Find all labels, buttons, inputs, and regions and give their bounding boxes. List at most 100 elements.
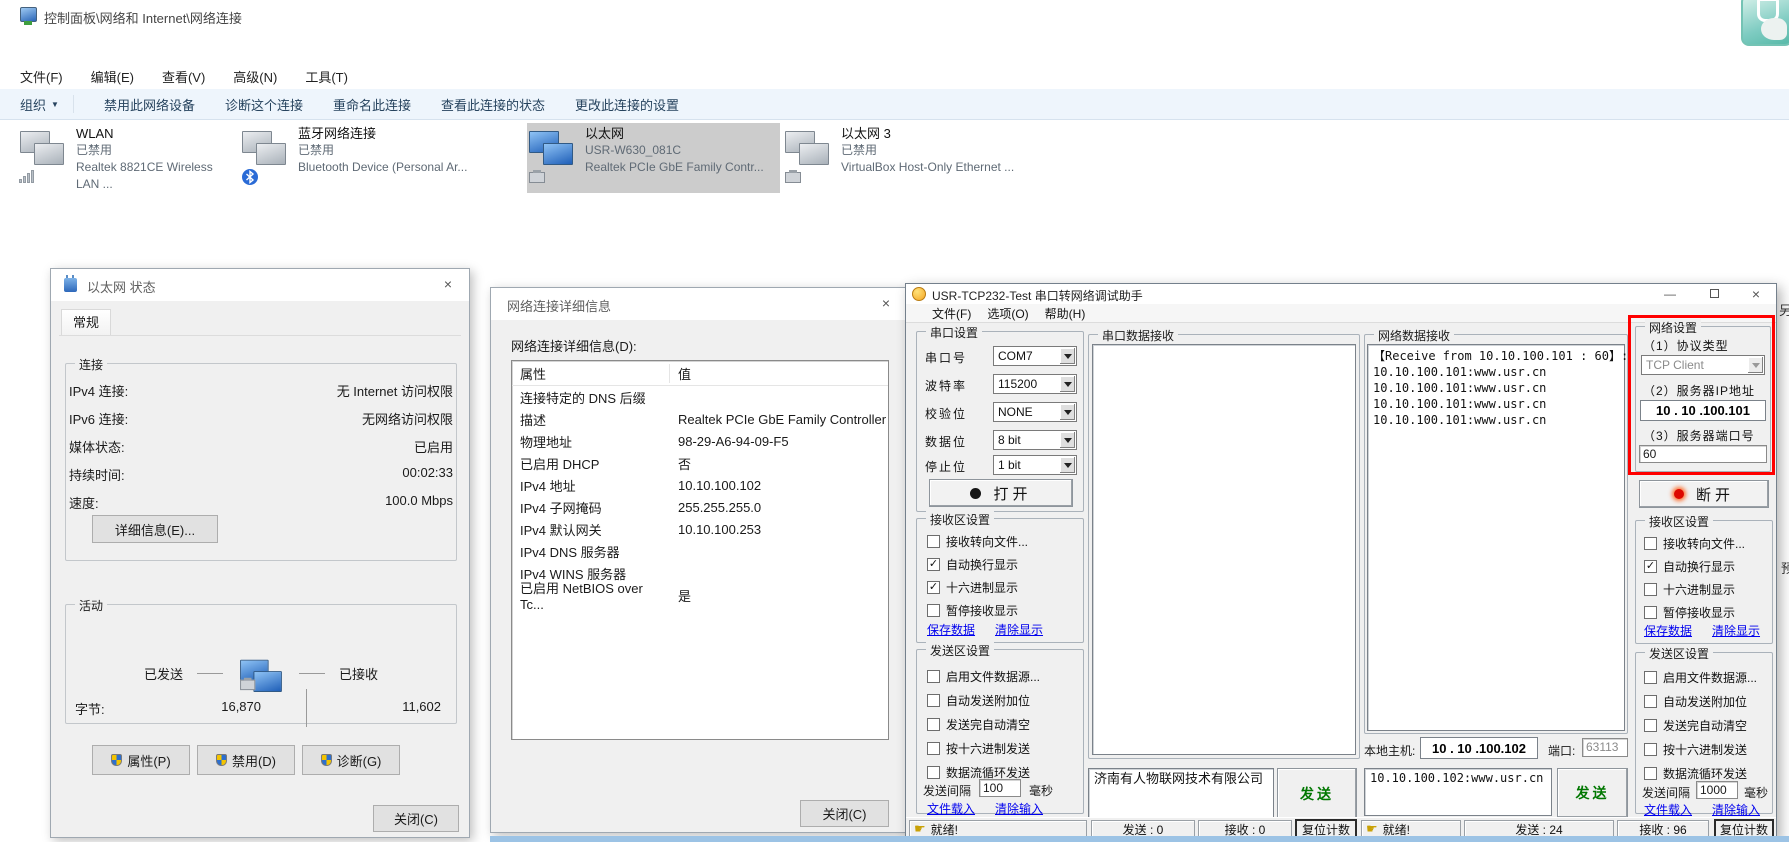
data-bits-select[interactable]: 8 bit — [993, 430, 1077, 450]
menu-edit[interactable]: 编辑(E) — [91, 67, 134, 86]
checkbox-box[interactable] — [927, 718, 940, 731]
checkbox-hex-display[interactable]: 十六进制显示 — [1644, 581, 1735, 598]
chevron-down-icon[interactable] — [1060, 457, 1075, 473]
send-interval-input[interactable]: 100 — [979, 779, 1021, 797]
checkbox-send-as-hex[interactable]: 按十六进制发送 — [927, 740, 1030, 757]
checkbox-file-source[interactable]: 启用文件数据源... — [927, 668, 1040, 685]
checkbox-auto-wrap[interactable]: ✓自动换行显示 — [927, 556, 1018, 573]
server-ip-input[interactable]: 10 . 10 .100.101 — [1640, 400, 1766, 421]
baud-rate-select[interactable]: 115200 — [993, 374, 1077, 394]
table-row[interactable]: 描述Realtek PCIe GbE Family Controller — [512, 408, 888, 430]
checkbox-auto-wrap[interactable]: ✓自动换行显示 — [1644, 558, 1735, 575]
details-list[interactable]: 属性 值 连接特定的 DNS 后缀 描述Realtek PCIe GbE Fam… — [511, 360, 889, 740]
send-interval-input[interactable]: 1000 — [1696, 781, 1738, 799]
organize-button[interactable]: 组织 ▼ — [20, 95, 59, 114]
checkbox-recv-to-file[interactable]: 接收转向文件... — [927, 533, 1028, 550]
close-button[interactable]: 关闭(C) — [800, 800, 889, 827]
checkbox-send-as-hex[interactable]: 按十六进制发送 — [1644, 741, 1747, 758]
table-row[interactable]: IPv4 地址10.10.100.102 — [512, 474, 888, 496]
checkbox-box[interactable] — [1644, 606, 1657, 619]
chevron-down-icon[interactable] — [1060, 432, 1075, 448]
table-row[interactable]: IPv4 子网掩码255.255.255.0 — [512, 496, 888, 518]
checkbox-box[interactable]: ✓ — [1644, 560, 1657, 573]
checkbox-box[interactable] — [1644, 743, 1657, 756]
stop-bits-select[interactable]: 1 bit — [993, 455, 1077, 475]
checkbox-box[interactable] — [927, 766, 940, 779]
checkbox-box[interactable] — [1644, 537, 1657, 550]
parity-select[interactable]: NONE — [993, 402, 1077, 422]
clear-display-link[interactable]: 清除显示 — [1712, 622, 1760, 639]
details-button[interactable]: 详细信息(E)... — [92, 515, 218, 543]
table-row[interactable]: 已启用 NetBIOS over Tc...是 — [512, 584, 888, 606]
table-row[interactable]: IPv4 默认网关10.10.100.253 — [512, 518, 888, 540]
adapter-bluetooth[interactable]: 蓝牙网络连接 已禁用 Bluetooth Device (Personal Ar… — [240, 123, 490, 193]
checkbox-auto-send-extra[interactable]: 自动发送附加位 — [927, 692, 1030, 709]
toolbar-change-connection-settings[interactable]: 更改此连接的设置 — [575, 95, 679, 114]
checkbox-recv-to-file[interactable]: 接收转向文件... — [1644, 535, 1745, 552]
adapter-ethernet-3[interactable]: 以太网 3 已禁用 VirtualBox Host-Only Ethernet … — [783, 123, 1033, 193]
close-icon[interactable]: × — [865, 288, 907, 318]
diagnose-button[interactable]: 诊断(G) — [302, 745, 400, 775]
adapter-ethernet[interactable]: 以太网 USR-W630_081C Realtek PCIe GbE Famil… — [527, 123, 780, 193]
column-header-value[interactable]: 值 — [670, 364, 691, 383]
checkbox-box[interactable] — [927, 694, 940, 707]
local-host-ip-input[interactable]: 10 . 10 .100.102 — [1420, 737, 1538, 759]
checkbox-auto-send-extra[interactable]: 自动发送附加位 — [1644, 693, 1747, 710]
checkbox-hex-display[interactable]: ✓十六进制显示 — [927, 579, 1018, 596]
serial-send-input[interactable]: 济南有人物联网技术有限公司 — [1088, 768, 1274, 818]
maximize-icon[interactable] — [1704, 286, 1724, 302]
save-data-link[interactable]: 保存数据 — [1644, 622, 1692, 639]
adapter-wlan[interactable]: WLAN 已禁用 Realtek 8821CE Wireless LAN ... — [18, 123, 236, 193]
desktop-shortcut-icon[interactable] — [1741, 0, 1789, 46]
checkbox-box[interactable] — [927, 604, 940, 617]
table-row[interactable]: 已启用 DHCP否 — [512, 452, 888, 474]
table-row[interactable]: 连接特定的 DNS 后缀 — [512, 386, 888, 408]
checkbox-box[interactable] — [927, 742, 940, 755]
menu-view[interactable]: 查看(V) — [162, 67, 205, 86]
network-send-button[interactable]: 发送 — [1557, 768, 1628, 818]
checkbox-box[interactable] — [927, 535, 940, 548]
checkbox-file-source[interactable]: 启用文件数据源... — [1644, 669, 1757, 686]
serial-port-select[interactable]: COM7 — [993, 346, 1077, 366]
serial-receive-area[interactable] — [1092, 344, 1356, 755]
toolbar-diagnose-connection[interactable]: 诊断这个连接 — [225, 95, 303, 114]
checkbox-loop-send[interactable]: 数据流循环发送 — [1644, 765, 1747, 782]
table-row[interactable]: 物理地址98-29-A6-94-09-F5 — [512, 430, 888, 452]
clear-display-link[interactable]: 清除显示 — [995, 621, 1043, 638]
toolbar-disable-device[interactable]: 禁用此网络设备 — [104, 95, 195, 114]
properties-button[interactable]: 属性(P) — [92, 745, 190, 775]
explorer-titlebar[interactable]: 控制面板\网络和 Internet\网络连接 — [0, 0, 1789, 32]
checkbox-pause-recv[interactable]: 暂停接收显示 — [927, 602, 1018, 619]
minimize-icon[interactable]: — — [1660, 286, 1680, 302]
checkbox-box[interactable]: ✓ — [927, 581, 940, 594]
checkbox-pause-recv[interactable]: 暂停接收显示 — [1644, 604, 1735, 621]
usr-menu-help[interactable]: 帮助(H) — [1045, 305, 1086, 322]
protocol-type-select[interactable]: TCP Client — [1641, 355, 1765, 375]
chevron-down-icon[interactable] — [1060, 404, 1075, 420]
dialog-titlebar[interactable]: 以太网 状态 × — [51, 269, 469, 301]
checkbox-box[interactable] — [1644, 583, 1657, 596]
usr-menu-file[interactable]: 文件(F) — [932, 305, 971, 322]
column-header-property[interactable]: 属性 — [512, 364, 670, 383]
table-row[interactable]: IPv4 DNS 服务器 — [512, 540, 888, 562]
save-data-link[interactable]: 保存数据 — [927, 621, 975, 638]
checkbox-clear-after-send[interactable]: 发送完自动清空 — [1644, 717, 1747, 734]
network-receive-area[interactable]: 【Receive from 10.10.100.101 : 60】: 10.10… — [1367, 344, 1625, 731]
chevron-down-icon[interactable] — [1060, 376, 1075, 392]
checkbox-clear-after-send[interactable]: 发送完自动清空 — [927, 716, 1030, 733]
toolbar-view-connection-status[interactable]: 查看此连接的状态 — [441, 95, 545, 114]
clear-input-link[interactable]: 清除输入 — [1712, 801, 1760, 818]
menu-file[interactable]: 文件(F) — [20, 67, 63, 86]
checkbox-box[interactable] — [1644, 695, 1657, 708]
usr-menu-options[interactable]: 选项(O) — [987, 305, 1028, 322]
menu-tools[interactable]: 工具(T) — [305, 67, 348, 86]
checkbox-box[interactable] — [1644, 767, 1657, 780]
checkbox-box[interactable] — [1644, 671, 1657, 684]
local-port-input[interactable]: 63113 — [1582, 738, 1628, 757]
toolbar-rename-connection[interactable]: 重命名此连接 — [333, 95, 411, 114]
tab-general[interactable]: 常规 — [61, 309, 111, 336]
menu-advanced[interactable]: 高级(N) — [233, 67, 277, 86]
checkbox-box[interactable] — [927, 670, 940, 683]
open-serial-button[interactable]: 打开 — [929, 479, 1073, 507]
load-file-link[interactable]: 文件载入 — [927, 800, 975, 817]
